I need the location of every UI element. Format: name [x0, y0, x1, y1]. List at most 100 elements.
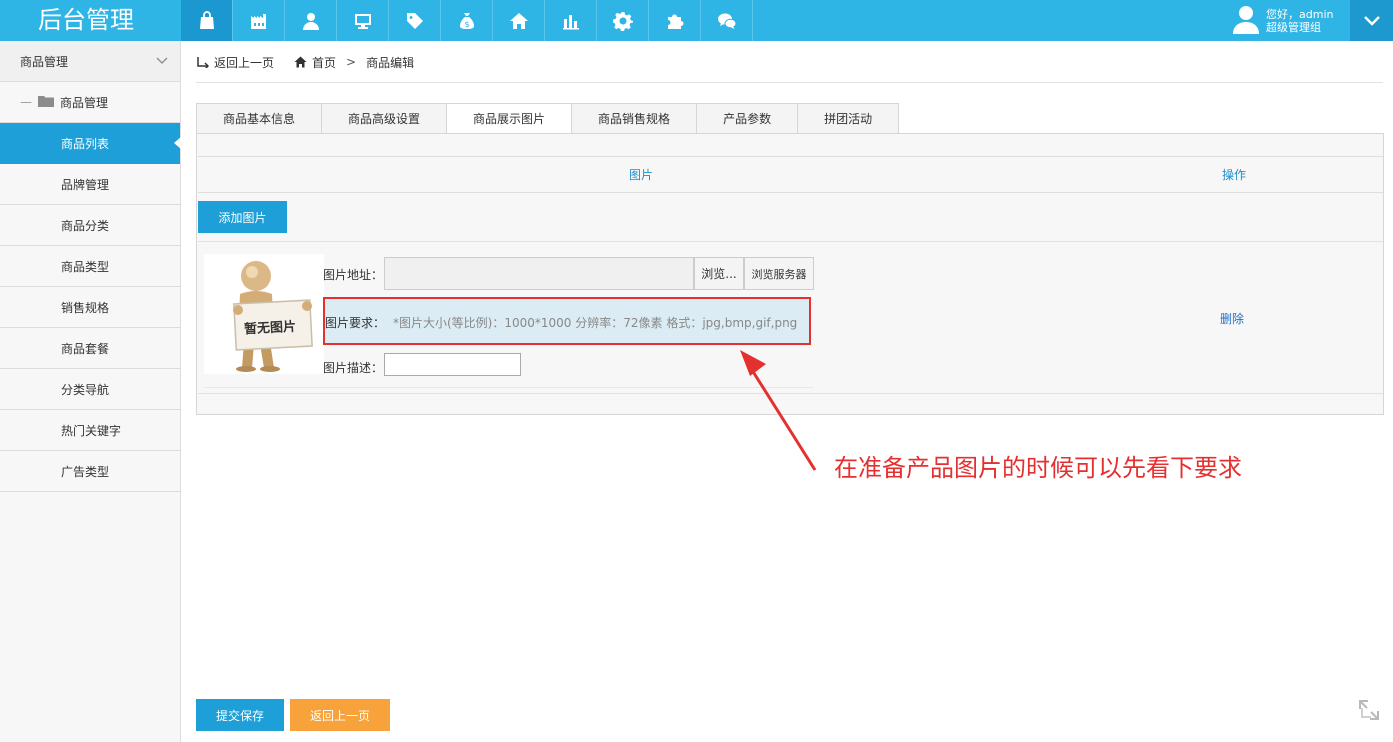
tag-icon	[406, 12, 423, 29]
money-bag-icon: $	[459, 12, 474, 29]
sidebar-group[interactable]: — 商品管理	[0, 82, 180, 123]
sidebar: 商品管理 — 商品管理 商品列表 品牌管理 商品分类 商品类型 销售规格 商品套…	[0, 41, 181, 742]
nav-monitor[interactable]	[337, 0, 389, 41]
return-icon	[197, 57, 209, 68]
user-info[interactable]: 您好，admin 超级管理组	[1232, 0, 1333, 41]
nav-shopping-bag[interactable]	[181, 0, 233, 41]
breadcrumb-back-label: 返回上一页	[214, 55, 275, 70]
tab-product-params[interactable]: 产品参数	[696, 103, 798, 134]
top-bar: 后台管理 $ 您好，admin 超级管理组	[0, 0, 1393, 41]
add-image-button[interactable]: 添加图片	[198, 201, 287, 233]
sidebar-item-category-nav[interactable]: 分类导航	[0, 369, 180, 410]
nav-home[interactable]	[493, 0, 545, 41]
go-back-button[interactable]: 返回上一页	[290, 699, 390, 731]
image-description-label: 图片描述：	[323, 361, 384, 375]
sidebar-header-label: 商品管理	[20, 54, 69, 69]
breadcrumb: 返回上一页 首页 > 商品编辑	[196, 52, 414, 72]
sidebar-item-hot-keywords[interactable]: 热门关键字	[0, 410, 180, 451]
nav-money-bag[interactable]: $	[441, 0, 493, 41]
sidebar-item-types[interactable]: 商品类型	[0, 246, 180, 287]
nav-tag[interactable]	[389, 0, 441, 41]
home-icon	[509, 12, 528, 29]
collapse-icon: —	[20, 95, 32, 109]
app-title: 后台管理	[38, 6, 134, 34]
avatar	[1232, 4, 1260, 37]
nav-bar-chart[interactable]	[545, 0, 597, 41]
no-image-placeholder-illustration	[204, 254, 324, 374]
sidebar-item-ad-types[interactable]: 广告类型	[0, 451, 180, 492]
sidebar-item-label: 商品列表	[61, 136, 110, 151]
tab-bar: 商品基本信息 商品高级设置 商品展示图片 商品销售规格 产品参数 拼团活动	[196, 103, 900, 134]
user-dropdown-button[interactable]	[1350, 0, 1393, 41]
sidebar-group-label: 商品管理	[60, 95, 109, 110]
chevron-down-icon	[156, 57, 168, 64]
tab-group-buy[interactable]: 拼团活动	[797, 103, 900, 134]
sidebar-item-label: 品牌管理	[61, 177, 110, 192]
tab-advanced-settings[interactable]: 商品高级设置	[321, 103, 447, 134]
folder-icon	[38, 95, 60, 110]
user-greeting: 您好，admin	[1266, 7, 1334, 21]
browse-server-button[interactable]: 浏览服务器	[744, 257, 814, 290]
sidebar-item-categories[interactable]: 商品分类	[0, 205, 180, 246]
tab-basic-info[interactable]: 商品基本信息	[196, 103, 322, 134]
column-header-action: 操作	[1221, 168, 1246, 182]
user-text: 您好，admin 超级管理组	[1266, 8, 1333, 34]
image-address-label: 图片地址：	[323, 268, 384, 282]
breadcrumb-separator: >	[346, 55, 357, 69]
sidebar-item-sales-specs[interactable]: 销售规格	[0, 287, 180, 328]
annotation-arrow	[740, 350, 817, 471]
image-requirement-box: 图片要求： *图片大小(等比例)：1000*1000 分辨率：72像素 格式：j…	[323, 297, 811, 345]
nav-wechat[interactable]	[701, 0, 753, 41]
user-role: 超级管理组	[1266, 20, 1321, 34]
user-icon	[302, 12, 319, 30]
breadcrumb-current: 商品编辑	[366, 55, 415, 70]
gear-icon	[612, 11, 633, 31]
image-description-input[interactable]	[384, 353, 521, 376]
breadcrumb-home[interactable]: 首页	[294, 54, 336, 71]
image-placeholder: 暂无图片	[204, 254, 324, 374]
image-address-input[interactable]	[384, 257, 694, 290]
sidebar-item-label: 商品分类	[61, 218, 110, 233]
user-avatar-icon	[1233, 6, 1259, 34]
divider	[204, 387, 813, 388]
sidebar-item-label: 商品类型	[61, 259, 110, 274]
breadcrumb-back[interactable]: 返回上一页	[196, 54, 274, 71]
no-image-text: 暂无图片	[243, 319, 297, 338]
sidebar-item-label: 商品套餐	[61, 341, 110, 356]
top-nav: $	[181, 0, 753, 41]
image-requirement-text: *图片大小(等比例)：1000*1000 分辨率：72像素 格式：jpg,bmp…	[393, 316, 798, 330]
sidebar-item-label: 热门关键字	[61, 423, 122, 438]
home-icon	[294, 56, 307, 68]
bar-chart-icon	[562, 14, 579, 29]
annotation-text: 在准备产品图片的时候可以先看下要求	[834, 454, 1242, 482]
column-header-picture: 图片	[628, 168, 653, 182]
sidebar-item-label: 销售规格	[61, 300, 110, 315]
submit-save-button[interactable]: 提交保存	[196, 699, 284, 731]
sidebar-item-brands[interactable]: 品牌管理	[0, 164, 180, 205]
nav-user[interactable]	[285, 0, 337, 41]
chevron-down-icon	[1363, 15, 1380, 26]
nav-puzzle[interactable]	[649, 0, 701, 41]
sidebar-item-label: 分类导航	[61, 382, 110, 397]
sidebar-item-product-list[interactable]: 商品列表	[0, 123, 181, 164]
wechat-icon	[717, 13, 736, 29]
nav-gear[interactable]	[597, 0, 649, 41]
monitor-icon	[354, 13, 371, 29]
divider	[196, 82, 1383, 83]
resize-icon[interactable]	[1356, 697, 1382, 723]
breadcrumb-home-label: 首页	[312, 55, 337, 70]
image-requirement-label: 图片要求：	[325, 316, 386, 330]
sidebar-item-label: 广告类型	[61, 464, 110, 479]
tab-sales-specs[interactable]: 商品销售规格	[571, 103, 697, 134]
browse-button[interactable]: 浏览...	[694, 257, 744, 290]
shopping-bag-icon	[199, 10, 214, 29]
tab-display-images[interactable]: 商品展示图片	[446, 103, 572, 134]
sidebar-item-packages[interactable]: 商品套餐	[0, 328, 180, 369]
nav-factory[interactable]	[233, 0, 285, 41]
puzzle-icon	[667, 14, 683, 29]
factory-icon	[250, 13, 266, 29]
delete-image-link[interactable]: 删除	[1220, 310, 1244, 327]
sidebar-header[interactable]: 商品管理	[0, 41, 180, 82]
table-header: 图片 操作	[198, 156, 1383, 193]
divider	[198, 241, 1383, 242]
